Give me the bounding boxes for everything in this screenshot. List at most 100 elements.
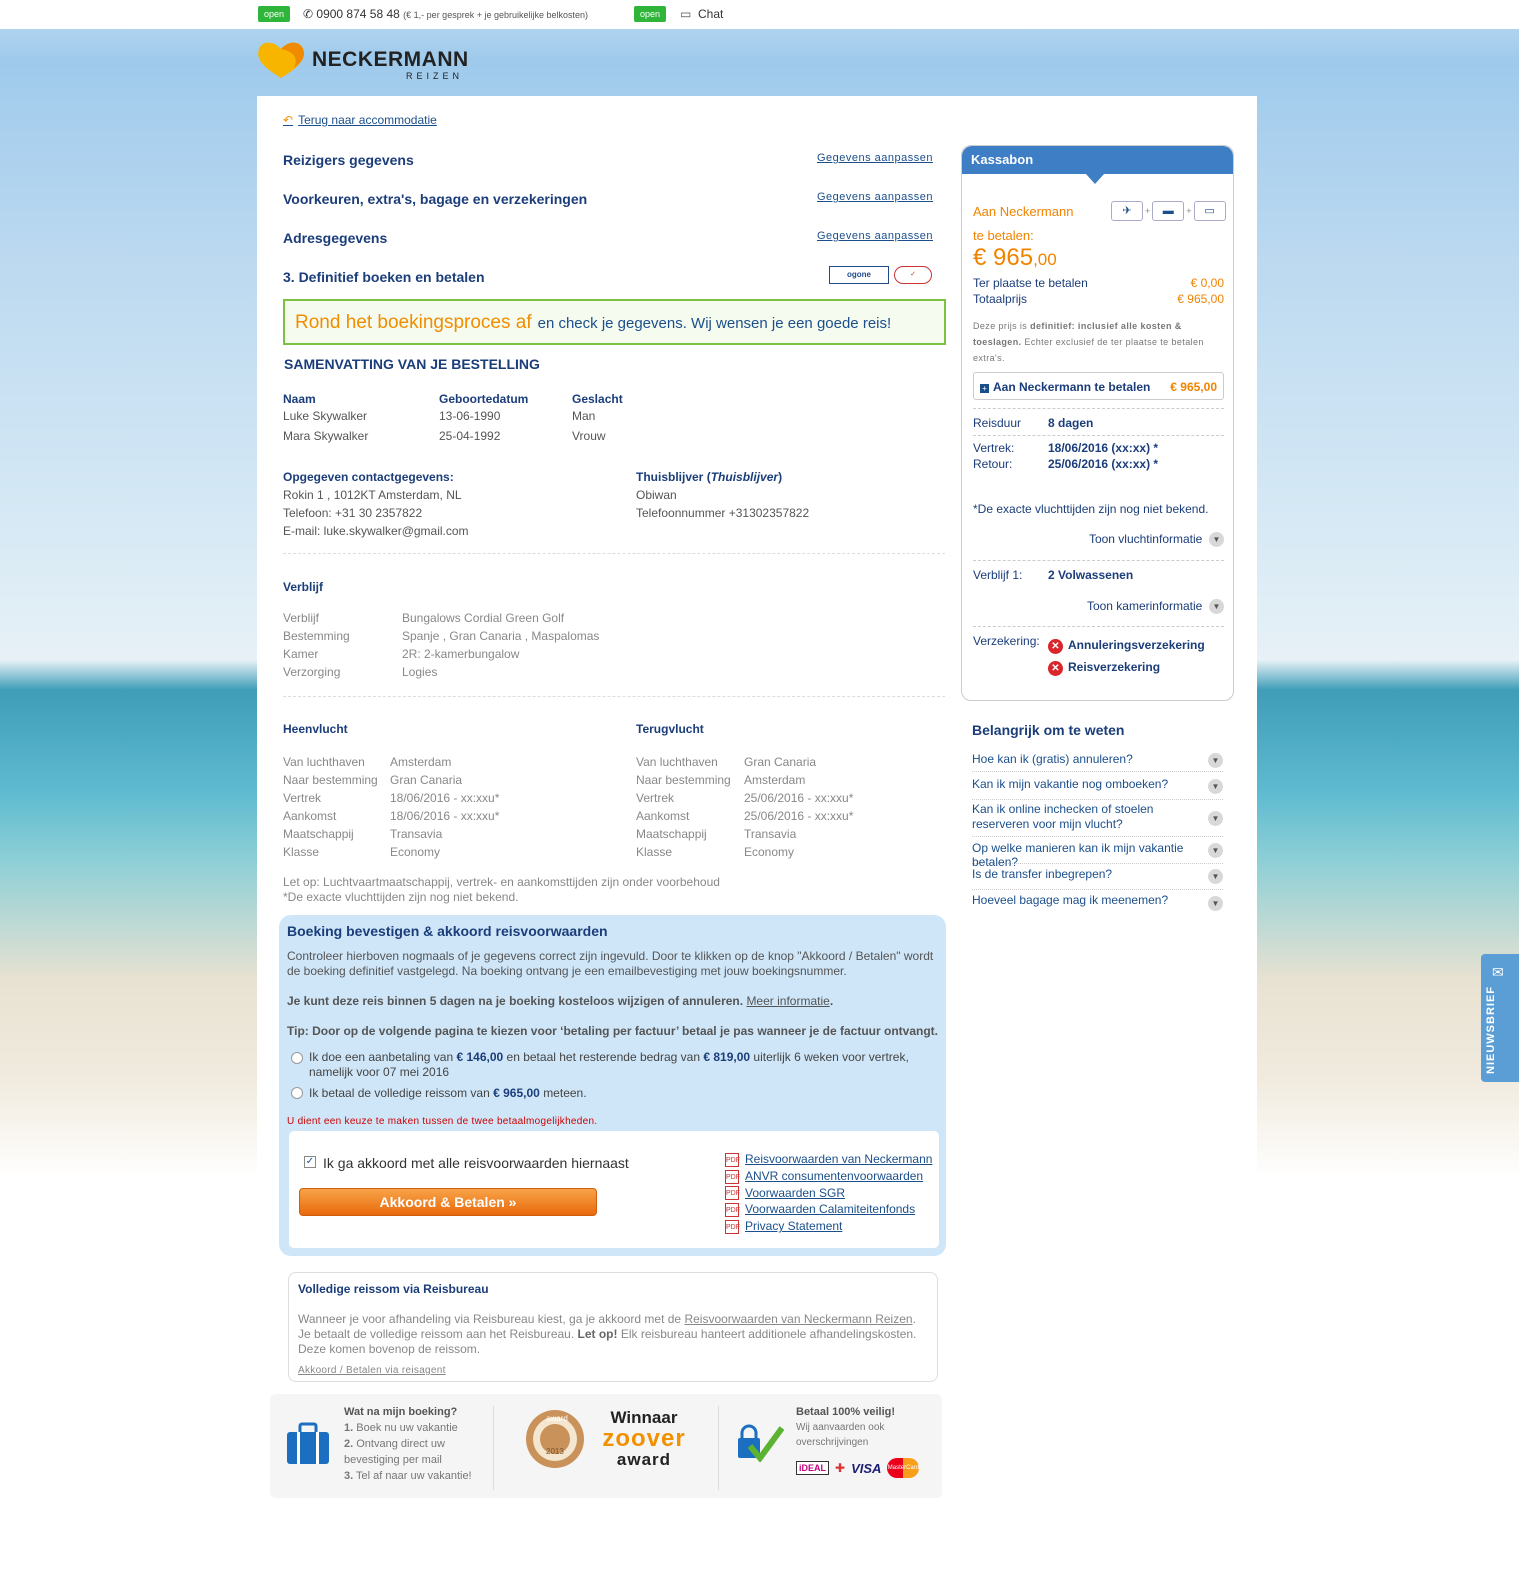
bus-icon: ▬ <box>1152 201 1185 221</box>
more-info-link[interactable]: Meer informatie <box>746 994 829 1008</box>
show-flight-info[interactable]: Toon vluchtinformatie ▼ <box>973 532 1224 548</box>
travel-agent-box: Volledige reissom via Reisbureau Wanneer… <box>288 1272 938 1382</box>
faq-item[interactable]: Kan ik online inchecken of stoelen reser… <box>972 802 1223 837</box>
edit-travelers-link[interactable]: Gegevens aanpassen <box>817 152 933 164</box>
travel-agent-pay-link[interactable]: Akkoord / Betalen via reisagent <box>298 1365 446 1376</box>
faq-item[interactable]: Kan ik mijn vakantie nog omboeken? ▼ <box>972 775 1223 800</box>
stay-value: Spanje , Gran Canaria , Maspalomas <box>402 629 600 643</box>
pay-breakdown-toggle[interactable]: + Aan Neckermann te betalen € 965,00 <box>973 372 1224 400</box>
agree-label[interactable]: Ik ga akkoord met alle reisvoorwaarden h… <box>323 1155 629 1171</box>
faq-item[interactable]: Hoe kan ik (gratis) annuleren? ▼ <box>972 750 1223 772</box>
divider <box>283 553 945 554</box>
terms-link[interactable]: Reisvoorwaarden van Neckermann <box>745 1152 932 1166</box>
edit-preferences-link[interactable]: Gegevens aanpassen <box>817 191 933 203</box>
payment-logos: iDEAL ✚ VISA MasterCard <box>796 1458 920 1478</box>
insurance-row: Verzekering: ✕ Annuleringsverzekering ✕ Re… <box>973 634 1205 676</box>
flight-time-note: *De exacte vluchttijden zijn nog niet be… <box>973 502 1209 516</box>
finish-banner: Rond het boekingsproces af en check je ge… <box>283 299 946 345</box>
home-contact-name: Obiwan <box>636 488 677 502</box>
chevron-down-icon: ▼ <box>1208 869 1223 884</box>
trip-components: ✈ + ▬ + ▭ <box>1111 201 1226 221</box>
ideal-logo: iDEAL <box>796 1461 829 1475</box>
price-note: Deze prijs is definitief: inclusief alle… <box>973 321 1204 363</box>
pdf-icon: PDF <box>725 1220 740 1235</box>
stay-label: Kamer <box>283 647 319 661</box>
ogone-logo: ogone <box>829 266 889 284</box>
show-room-info[interactable]: Toon kamerinformatie ▼ <box>973 599 1224 615</box>
back-link[interactable]: ↶ Terug naar accommodatie <box>283 113 437 127</box>
contact-title: Opgegeven contactgegevens: <box>283 470 454 484</box>
neckermann-terms-link[interactable]: Reisvoorwaarden van Neckermann Reizen <box>684 1312 912 1326</box>
chevron-down-icon: ▼ <box>1208 843 1223 858</box>
faq-item[interactable]: Is de transfer inbegrepen? ▼ <box>972 865 1223 890</box>
top-bar: open ✆ 0900 874 58 48 (€ 1,- per gesprek… <box>0 0 1519 29</box>
chat-icon: ▭ <box>680 7 692 21</box>
traveler-name: Mara Skywalker <box>283 429 369 443</box>
main-panel: ↶ Terug naar accommodatie Reizigers gegev… <box>257 96 1257 1508</box>
phone-icon: ✆ <box>303 7 314 21</box>
departure-row: Vertrek: 18/06/2016 (xx:xx) * <box>973 441 1159 455</box>
home-contact-phone: Telefoonnummer +31302357822 <box>636 506 810 520</box>
terms-link[interactable]: Privacy Statement <box>745 1219 842 1233</box>
traveler-gender: Man <box>572 409 596 423</box>
return-values: Gran Canaria Amsterdam 25/06/2016 - xx:xxu… <box>744 755 854 859</box>
contact-address: Rokin 1 , 1012KT Amsterdam, NL <box>283 488 462 502</box>
phone-info[interactable]: ✆ 0900 874 58 48 (€ 1,- per gesprek + je… <box>303 7 588 21</box>
visa-logo: VISA <box>851 1460 882 1476</box>
brand-name: NECKERMANN <box>312 48 469 71</box>
option-full[interactable]: Ik betaal de volledige reissom van € 965… <box>287 1086 938 1100</box>
secure-payment: Betaal 100% veilig! Wij aanvaarden ook o… <box>796 1406 896 1448</box>
newsletter-label: NIEUWSBRIEF <box>1485 986 1497 1074</box>
receipt-panel: Kassabon Aan Neckermann te betalen: ✈ + ▬ + ▭… <box>961 145 1234 701</box>
important-title: Belangrijk om te weten <box>972 722 1125 738</box>
secure-seal-icon: ✓ <box>894 266 932 284</box>
misc-payment-icon: ✚ <box>835 1461 846 1475</box>
chevron-down-icon: ▼ <box>1208 752 1223 768</box>
agree-pay-button[interactable]: Akkoord & Betalen » <box>299 1188 597 1216</box>
traveler-gender: Vrouw <box>572 429 606 443</box>
divider <box>283 696 945 697</box>
agreement-panel: ✓ Ik ga akkoord met alle reisvoorwaarden… <box>289 1131 939 1248</box>
terms-link[interactable]: Voorwaarden SGR <box>745 1186 845 1200</box>
return-title: Terugvlucht <box>636 722 704 736</box>
return-labels: Van luchthaven Naar bestemming Vertrek Aank… <box>636 755 731 859</box>
phone-number: 0900 874 58 48 <box>316 7 400 21</box>
col-gender: Geslacht <box>572 392 623 406</box>
chat-link[interactable]: ▭ Chat <box>680 7 723 21</box>
contact-phone: Telefoon: +31 30 2357822 <box>283 506 423 520</box>
newsletter-tab[interactable]: ✉ NIEUWSBRIEF <box>1481 954 1519 1082</box>
suitcase-icon <box>287 1422 329 1464</box>
faq-item[interactable]: Op welke manieren kan ik mijn vakantie b… <box>972 839 1223 869</box>
brand-sub: REIZEN <box>406 71 464 81</box>
col-birthdate: Geboortedatum <box>439 392 529 406</box>
close-icon: ✕ <box>1048 639 1063 654</box>
pdf-icon: PDF <box>725 1169 740 1184</box>
tip-text: Tip: Door op de volgende pagina te kieze… <box>287 1024 939 1038</box>
terms-documents: PDF Reisvoorwaarden van Neckermann PDF ANV… <box>725 1152 932 1236</box>
full-radio[interactable] <box>291 1087 303 1099</box>
summary-title: SAMENVATTING VAN JE BESTELLING <box>284 356 540 372</box>
terms-link[interactable]: ANVR consumentenvoorwaarden <box>745 1169 923 1183</box>
deposit-radio[interactable] <box>291 1052 303 1064</box>
outbound-labels: Van luchthaven Naar bestemming Vertrek Aank… <box>283 755 378 859</box>
faq-item[interactable]: Hoeveel bagage mag ik meenemen? ▼ <box>972 891 1223 916</box>
after-booking: Wat na mijn boeking? 1. Boek nu uw vakan… <box>344 1406 472 1482</box>
back-arrow-icon: ↶ <box>283 113 294 127</box>
chevron-down-icon: ▼ <box>1209 599 1224 615</box>
option-deposit[interactable]: Ik doe een aanbetaling van € 146,00 en b… <box>287 1050 938 1080</box>
stay-value: Logies <box>402 665 438 679</box>
edit-address-link[interactable]: Gegevens aanpassen <box>817 230 933 242</box>
outbound-values: Amsterdam Gran Canaria 18/06/2016 - xx:xxu… <box>390 755 500 859</box>
confirm-title: Boeking bevestigen & akkoord reisvoorwaa… <box>287 923 608 939</box>
pdf-icon: PDF <box>725 1186 740 1201</box>
open-badge: open <box>258 6 291 22</box>
receipt-title: Kassabon <box>962 146 1233 184</box>
terms-link[interactable]: Voorwaarden Calamiteitenfonds <box>745 1202 915 1216</box>
total-price: € 965,00 <box>973 244 1057 271</box>
agree-checkbox[interactable]: ✓ <box>304 1156 316 1168</box>
duration-row: Reisduur 8 dagen <box>973 416 1094 430</box>
traveler-birthdate: 13-06-1990 <box>439 409 501 423</box>
flight-notes: Let op: Luchtvaartmaatschappij, vertrek-… <box>283 875 720 904</box>
total-row: Totaalprijs € 965,00 <box>973 292 1224 306</box>
phone-note: (€ 1,- per gesprek + je gebruikelijke be… <box>403 10 589 20</box>
